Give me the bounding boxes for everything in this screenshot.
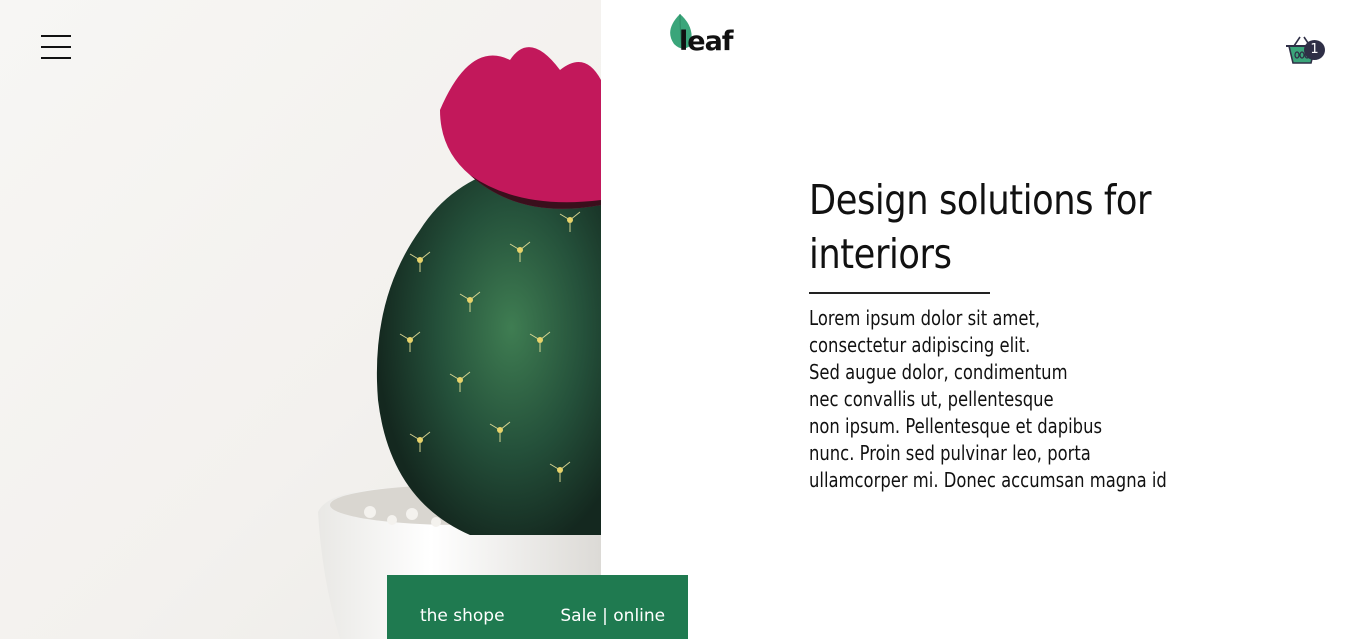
hamburger-menu-icon[interactable] bbox=[41, 35, 71, 59]
hero-body-text: Lorem ipsum dolor sit amet, consectetur … bbox=[809, 305, 1167, 494]
headline-line-2: interiors bbox=[809, 230, 952, 278]
tab-the-shope[interactable]: the shope bbox=[387, 575, 538, 639]
cactus-illustration bbox=[318, 47, 601, 639]
menu-bar-middle bbox=[41, 46, 71, 48]
body-line: Lorem ipsum dolor sit amet, bbox=[809, 306, 1041, 330]
tab-sale-online[interactable]: Sale | online bbox=[538, 575, 689, 639]
logo-text[interactable]: leaf bbox=[679, 26, 734, 57]
hero-photo-cactus bbox=[0, 0, 601, 639]
body-line: Sed augue dolor, condimentum bbox=[809, 360, 1068, 384]
body-line: non ipsum. Pellentesque et dapibus bbox=[809, 414, 1103, 438]
menu-bar-bottom bbox=[41, 57, 71, 59]
headline-line-1: Design solutions for bbox=[809, 176, 1152, 224]
headline-divider bbox=[809, 292, 990, 294]
shop-tabs: the shope Sale | online bbox=[387, 575, 688, 639]
body-line: ullamcorper mi. Donec accumsan magna id bbox=[809, 468, 1167, 492]
cart-count-badge: 1 bbox=[1304, 40, 1325, 60]
body-line: nunc. Proin sed pulvinar leo, porta bbox=[809, 441, 1091, 465]
hero-headline: Design solutions for interiors bbox=[809, 173, 1153, 281]
menu-bar-top bbox=[41, 35, 71, 37]
body-line: nec convallis ut, pellentesque bbox=[809, 387, 1054, 411]
body-line: consectetur adipiscing elit. bbox=[809, 333, 1031, 357]
